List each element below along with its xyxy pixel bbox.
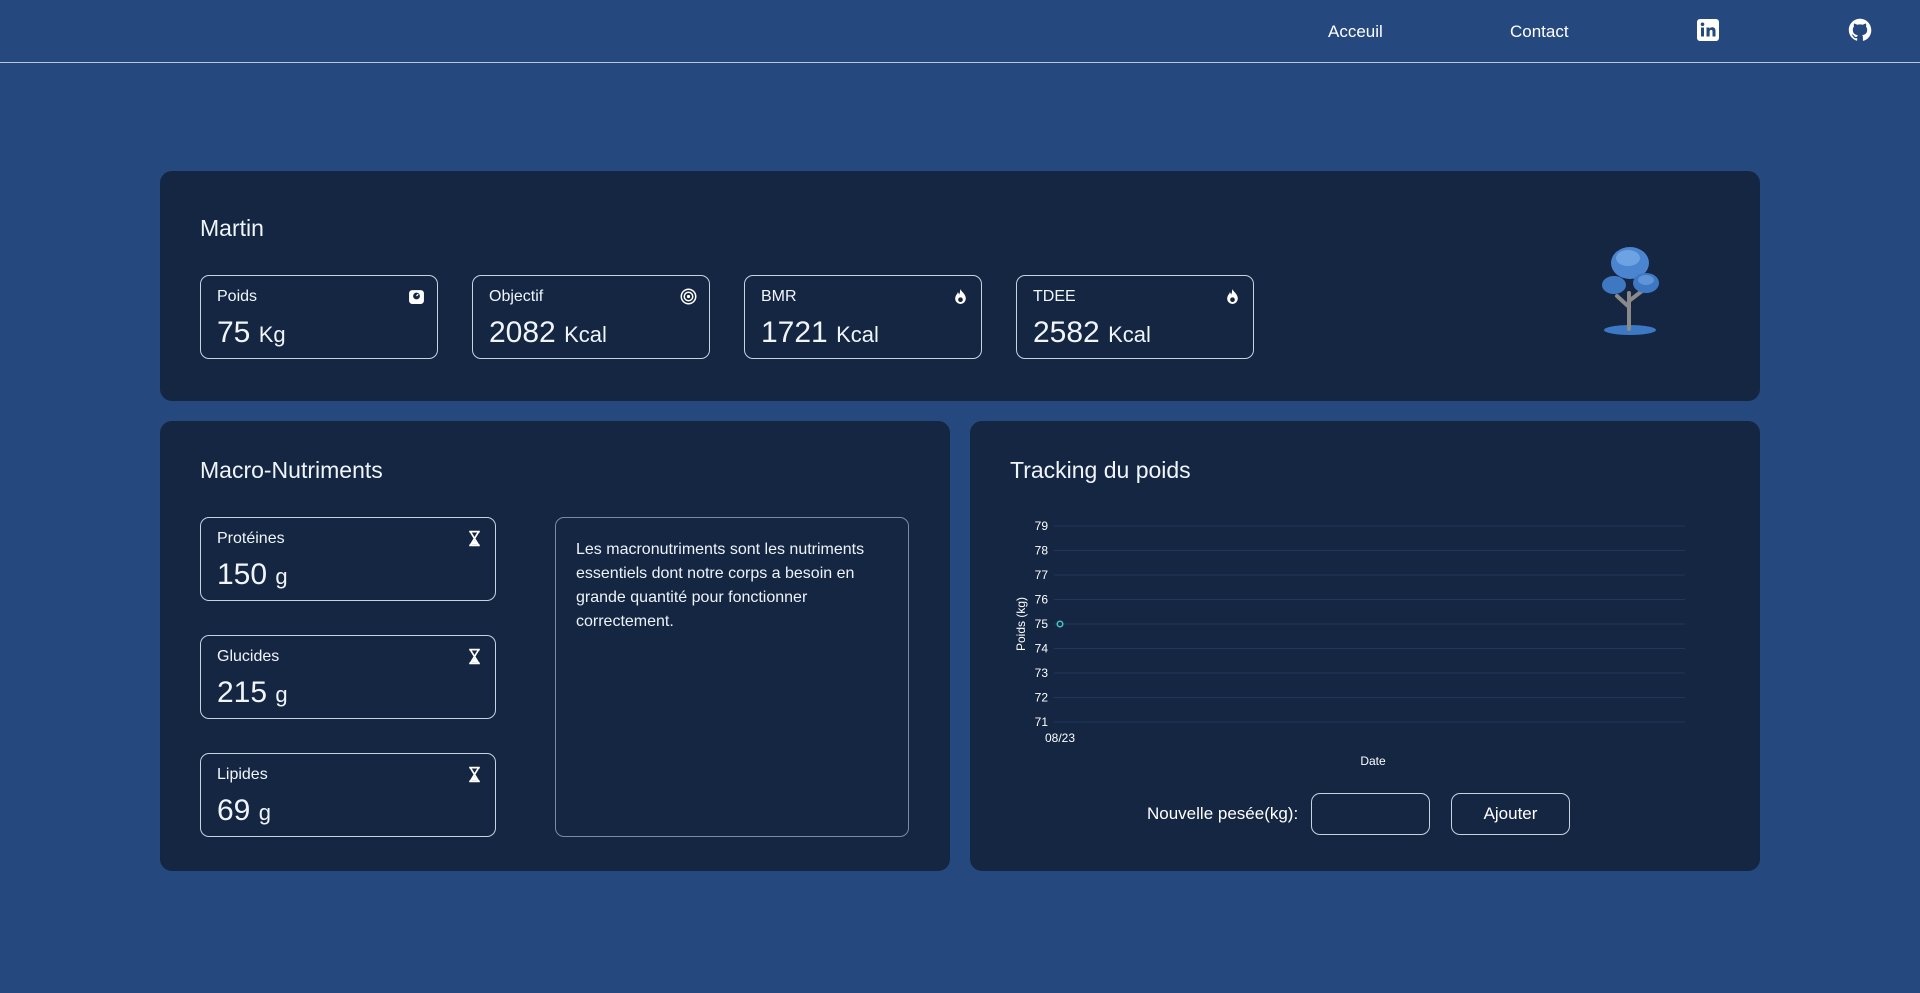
top-navbar: Acceuil Contact (0, 0, 1920, 63)
tracking-title: Tracking du poids (1010, 457, 1191, 483)
macro-card-proteines: Protéines 150 g (200, 517, 496, 601)
tree-illustration (1592, 241, 1672, 341)
chart-y-tick-label: 76 (1035, 593, 1049, 607)
hourglass-icon (466, 648, 483, 665)
chart-y-axis-label: Poids (kg) (1014, 597, 1028, 651)
chart-y-tick-label: 73 (1035, 666, 1049, 680)
chart-y-tick-label: 74 (1035, 642, 1049, 656)
target-icon (680, 288, 697, 305)
macro-label: Glucides (217, 648, 280, 665)
stat-value: 2582 Kcal (1033, 316, 1151, 349)
macros-title: Macro-Nutriments (200, 457, 383, 483)
hourglass-icon (466, 766, 483, 783)
github-icon[interactable] (1848, 18, 1872, 42)
chart-y-tick-label: 79 (1035, 519, 1049, 533)
stat-card-tdee: TDEE 2582 Kcal (1016, 275, 1254, 359)
stat-value: 2082 Kcal (489, 316, 607, 349)
macros-description: Les macronutriments sont les nutriments … (555, 517, 909, 837)
chart-x-axis-label: Date (1360, 754, 1386, 768)
stat-card-bmr: BMR 1721 Kcal (744, 275, 982, 359)
add-weight-button[interactable]: Ajouter (1451, 793, 1570, 835)
new-weight-label: Nouvelle pesée(kg): (1147, 804, 1299, 823)
macro-card-lipides: Lipides 69 g (200, 753, 496, 837)
macro-value: 150 g (217, 558, 288, 591)
linkedin-icon[interactable] (1696, 18, 1720, 42)
stat-label: Objectif (489, 288, 544, 305)
macro-card-glucides: Glucides 215 g (200, 635, 496, 719)
scale-icon (408, 288, 425, 305)
chart-x-tick-label: 08/23 (1045, 731, 1075, 745)
stat-card-poids: Poids 75 Kg (200, 275, 438, 359)
macro-value: 215 g (217, 676, 288, 709)
stat-label: TDEE (1033, 288, 1076, 305)
weight-chart-svg: 71 72 73 74 75 76 77 78 79 08/23 Poids (kg) Date (1014, 519, 1685, 768)
new-weight-input[interactable] (1311, 793, 1430, 835)
flame-icon (952, 288, 969, 305)
stat-label: BMR (761, 288, 797, 305)
macro-value: 69 g (217, 794, 271, 827)
stat-value: 75 Kg (217, 316, 286, 349)
profile-name: Martin (200, 215, 264, 241)
chart-y-tick-label: 75 (1035, 617, 1049, 631)
chart-y-tick-label: 72 (1035, 691, 1049, 705)
chart-y-tick-label: 78 (1035, 544, 1049, 558)
stat-label: Poids (217, 288, 258, 305)
stat-card-objectif: Objectif 2082 Kcal (472, 275, 710, 359)
nav-link-contact[interactable]: Contact (1510, 22, 1569, 42)
macro-label: Protéines (217, 530, 285, 547)
chart-y-tick-label: 77 (1035, 568, 1049, 582)
profile-card: Martin Poids 75 Kg Objectif 2082 Kcal BM… (160, 171, 1760, 401)
weight-chart: 71 72 73 74 75 76 77 78 79 08/23 Poids (kg) Date (1000, 510, 1700, 780)
nav-link-acceuil[interactable]: Acceuil (1328, 22, 1383, 42)
macro-label: Lipides (217, 766, 268, 783)
chart-y-tick-label: 71 (1035, 715, 1049, 729)
flame-icon (1224, 288, 1241, 305)
stat-value: 1721 Kcal (761, 316, 879, 349)
hourglass-icon (466, 530, 483, 547)
